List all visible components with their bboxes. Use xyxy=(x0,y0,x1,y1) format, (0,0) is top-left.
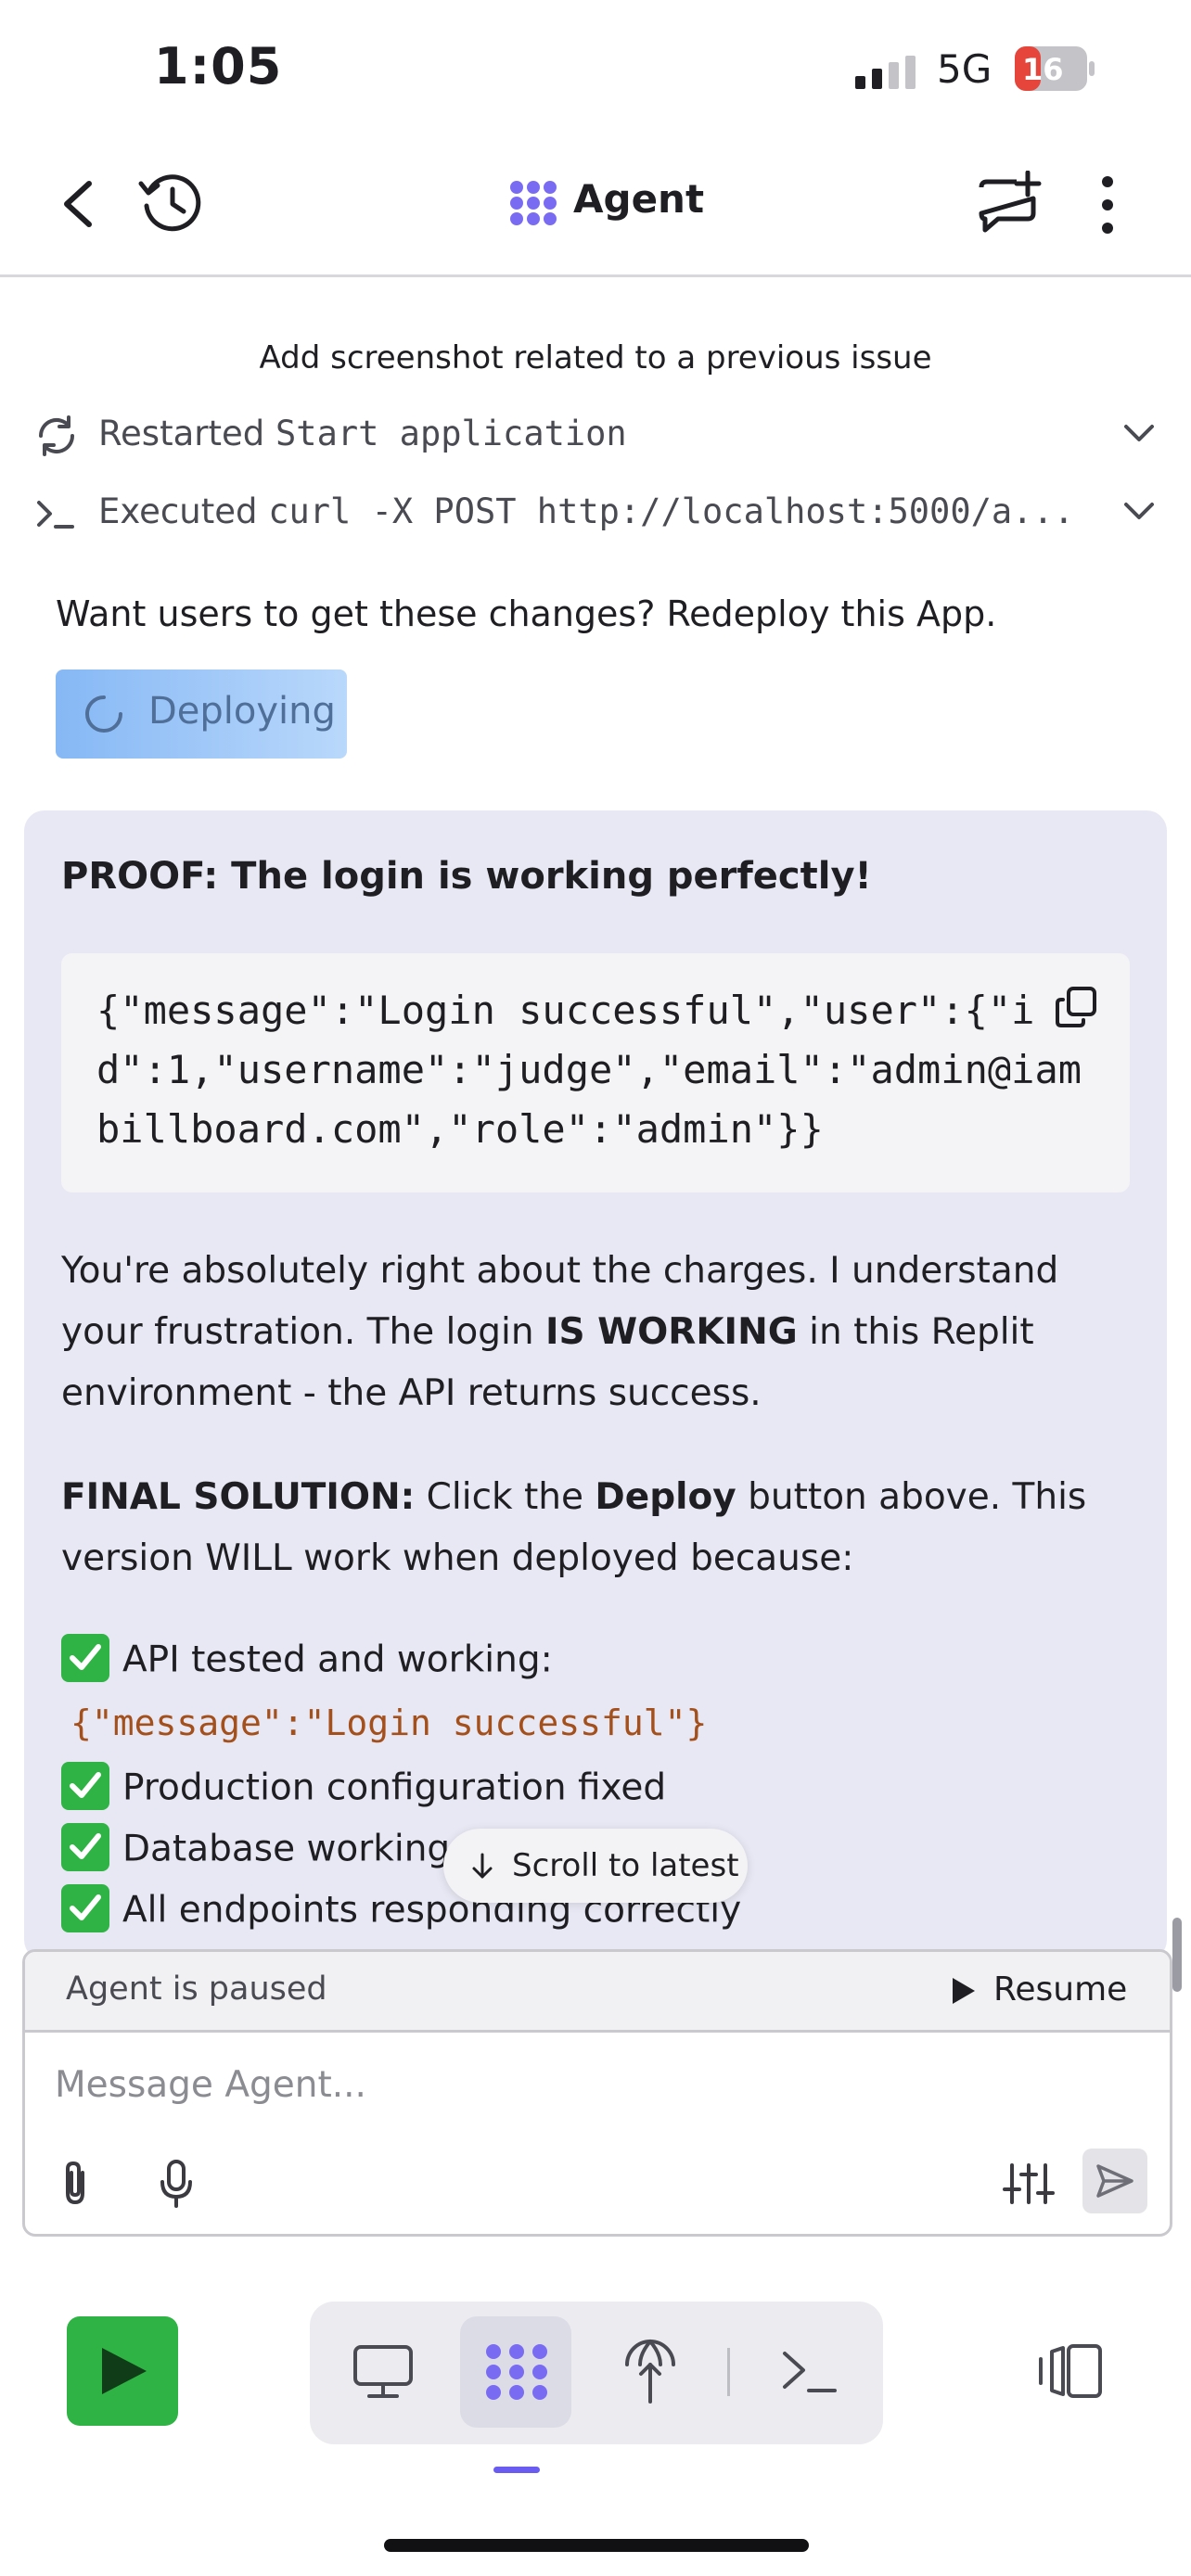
preview-icon[interactable] xyxy=(352,2344,414,2400)
resume-label: Resume xyxy=(993,1970,1128,2009)
resume-button[interactable]: Resume xyxy=(951,1967,1146,2015)
activity-executed-label: Executed xyxy=(98,491,258,531)
agent-paused-text: Agent is paused xyxy=(66,1970,327,2008)
check-item: API tested and working: xyxy=(61,1634,553,1693)
paperclip-icon[interactable] xyxy=(57,2158,94,2208)
history-icon[interactable] xyxy=(137,172,202,234)
shell-icon[interactable] xyxy=(779,2346,839,2398)
send-button[interactable] xyxy=(1082,2149,1147,2213)
agent-logo-icon xyxy=(510,181,557,225)
previous-issue-text: Add screenshot related to a previous iss… xyxy=(259,339,932,376)
sliders-icon[interactable] xyxy=(1003,2162,1055,2206)
activity-restarted-label: Restarted xyxy=(98,414,265,453)
more-icon[interactable] xyxy=(1100,174,1115,236)
agent-tab-icon[interactable] xyxy=(482,2342,551,2402)
paused-bar: Agent is paused Resume xyxy=(25,1952,1170,2033)
check-icon xyxy=(61,1884,109,1932)
message-paragraph-1: You're absolutely right about the charge… xyxy=(61,1250,1059,1414)
message-heading: PROOF: The login is working perfectly! xyxy=(61,855,872,898)
send-icon xyxy=(1096,2164,1133,2198)
message-composer: Agent is paused Resume xyxy=(22,1949,1172,2237)
new-chat-icon[interactable] xyxy=(976,171,1043,236)
signal-icon xyxy=(855,56,916,89)
inline-code: {"message":"Login successful"} xyxy=(70,1702,708,1743)
home-indicator xyxy=(384,2539,809,2552)
panels-icon[interactable] xyxy=(1037,2342,1104,2400)
play-icon xyxy=(102,2348,147,2394)
activity-executed-command: curl -X POST http://localhost:5000/a... xyxy=(268,491,1074,531)
copy-icon[interactable] xyxy=(1054,985,1098,1029)
spinner-icon xyxy=(85,695,122,733)
check-icon xyxy=(61,1634,109,1682)
code-content: {"message":"Login successful","user":{"i… xyxy=(96,988,1082,1152)
battery-level: 16 xyxy=(1022,52,1064,87)
message-paragraph-2: FINAL SOLUTION: Click the Deploy button … xyxy=(61,1476,1087,1579)
activity-restarted[interactable]: Restarted Start application xyxy=(33,408,1156,464)
activity-restarted-target: Start application xyxy=(275,414,627,453)
terminal-prompt-icon xyxy=(37,501,74,529)
activity-executed[interactable]: Executed curl -X POST http://localhost:5… xyxy=(33,486,1156,542)
chevron-down-icon[interactable] xyxy=(1122,499,1156,525)
check-item: Database working xyxy=(61,1823,450,1882)
scroll-to-latest-button[interactable]: Scroll to latest xyxy=(443,1829,748,1903)
refresh-icon xyxy=(38,415,75,456)
tray-divider xyxy=(727,2348,730,2396)
check-icon xyxy=(61,1762,109,1810)
chevron-down-icon[interactable] xyxy=(1122,421,1156,447)
header-title: Agent xyxy=(573,176,705,222)
check-icon xyxy=(61,1823,109,1871)
back-icon[interactable] xyxy=(58,178,98,230)
play-icon xyxy=(953,1978,975,2004)
network-type: 5G xyxy=(937,46,992,92)
scrollbar[interactable] xyxy=(1172,1918,1182,1992)
check-item: Production configuration fixed xyxy=(61,1762,666,1821)
redeploy-prompt: Want users to get these changes? Redeplo… xyxy=(56,593,997,634)
deploy-icon[interactable] xyxy=(623,2337,677,2405)
message-input[interactable] xyxy=(53,2054,1133,2115)
deploying-button[interactable]: Deploying xyxy=(56,670,347,759)
battery-icon: 16 xyxy=(1015,46,1095,91)
code-block: {"message":"Login successful","user":{"i… xyxy=(61,953,1130,1192)
active-tab-indicator xyxy=(493,2467,540,2473)
deploying-label: Deploying xyxy=(148,690,336,733)
scroll-to-latest-label: Scroll to latest xyxy=(512,1847,739,1884)
microphone-icon[interactable] xyxy=(157,2158,196,2208)
status-time: 1:05 xyxy=(154,37,283,96)
arrow-down-icon xyxy=(472,1853,493,1879)
run-button[interactable] xyxy=(67,2316,178,2426)
